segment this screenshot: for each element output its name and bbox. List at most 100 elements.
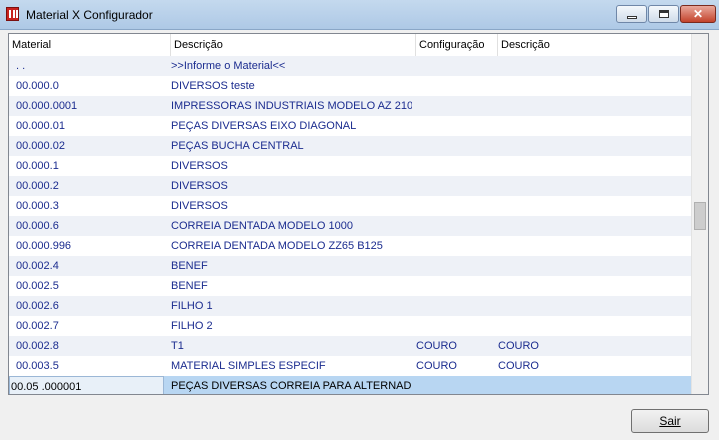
cell-descricao2 bbox=[491, 196, 691, 216]
cell-material: 00.002.8 bbox=[16, 340, 59, 352]
cell-descricao: IMPRESSORAS INDUSTRIAIS MODELO AZ 2100 P… bbox=[171, 100, 412, 112]
cell-material: 00.000.2 bbox=[16, 180, 59, 192]
table-row[interactable]: . . >>Informe o Material<< bbox=[9, 56, 691, 76]
cell-descricao2 bbox=[491, 376, 691, 394]
cell-material: 00.000.0 bbox=[16, 80, 59, 92]
table-row[interactable]: 00.000.02 PEÇAS BUCHA CENTRAL bbox=[9, 136, 691, 156]
grid-header: Material Descrição Configuração Descriçã… bbox=[9, 34, 691, 57]
window-title: Material X Configurador bbox=[26, 8, 153, 22]
cell-configuracao bbox=[409, 276, 491, 296]
column-header-configuracao[interactable]: Configuração bbox=[416, 34, 498, 56]
cell-configuracao bbox=[409, 216, 491, 236]
cell-descricao2 bbox=[491, 136, 691, 156]
table-row[interactable]: 00.05 .000001 PEÇAS DIVERSAS CORREIA PARA… bbox=[9, 376, 691, 394]
table-row[interactable]: 00.000.0 DIVERSOS teste bbox=[9, 76, 691, 96]
cell-configuracao bbox=[409, 116, 491, 136]
cell-configuracao bbox=[409, 76, 491, 96]
table-row[interactable]: 00.002.4 BENEF bbox=[9, 256, 691, 276]
sair-button[interactable]: Sair bbox=[631, 409, 709, 433]
cell-descricao: CORREIA DENTADA MODELO ZZ65 B125 bbox=[171, 240, 383, 252]
table-row[interactable]: 00.002.6 FILHO 1 bbox=[9, 296, 691, 316]
cell-configuracao bbox=[409, 196, 491, 216]
cell-configuracao bbox=[409, 296, 491, 316]
cell-configuracao: COURO bbox=[416, 340, 457, 352]
cell-material: 00.003.5 bbox=[16, 360, 59, 372]
cell-descricao: T1 bbox=[171, 340, 184, 352]
cell-descricao2 bbox=[491, 216, 691, 236]
cell-material: 00.000.996 bbox=[16, 240, 72, 252]
cell-material: 00.000.01 bbox=[16, 120, 65, 132]
cell-descricao: DIVERSOS bbox=[171, 180, 228, 192]
cell-material: 00.000.1 bbox=[16, 160, 59, 172]
cell-configuracao bbox=[409, 56, 491, 76]
table-row[interactable]: 00.000.6 CORREIA DENTADA MODELO 1000 bbox=[9, 216, 691, 236]
cell-descricao: MATERIAL SIMPLES ESPECIF bbox=[171, 360, 326, 372]
cell-descricao2: COURO bbox=[498, 340, 539, 352]
title-bar: Material X Configurador ✕ bbox=[0, 0, 719, 30]
column-header-material[interactable]: Material bbox=[9, 34, 171, 56]
cell-descricao2 bbox=[491, 156, 691, 176]
cell-configuracao bbox=[409, 96, 491, 116]
minimize-icon bbox=[627, 16, 637, 19]
maximize-icon bbox=[659, 10, 669, 18]
cell-configuracao bbox=[409, 176, 491, 196]
table-row[interactable]: 00.000.3 DIVERSOS bbox=[9, 196, 691, 216]
cell-material: 00.000.02 bbox=[16, 140, 65, 152]
minimize-button[interactable] bbox=[616, 5, 647, 23]
cell-descricao2 bbox=[491, 256, 691, 276]
cell-material: 00.002.6 bbox=[16, 300, 59, 312]
cell-descricao2 bbox=[491, 236, 691, 256]
cell-descricao: FILHO 1 bbox=[171, 300, 213, 312]
cell-material: 00.002.4 bbox=[16, 260, 59, 272]
cell-descricao2 bbox=[491, 76, 691, 96]
cell-descricao2: COURO bbox=[498, 360, 539, 372]
cell-descricao: PEÇAS DIVERSAS CORREIA PARA ALTERNADOR bbox=[171, 380, 412, 392]
table-row[interactable]: 00.002.5 BENEF bbox=[9, 276, 691, 296]
table-row[interactable]: 00.000.1 DIVERSOS bbox=[9, 156, 691, 176]
cell-configuracao bbox=[409, 316, 491, 336]
table-row[interactable]: 00.002.7 FILHO 2 bbox=[9, 316, 691, 336]
cell-descricao: PEÇAS DIVERSAS EIXO DIAGONAL bbox=[171, 120, 357, 132]
cell-descricao2 bbox=[491, 176, 691, 196]
material-grid[interactable]: Material Descrição Configuração Descriçã… bbox=[8, 33, 709, 395]
cell-material: 00.002.7 bbox=[16, 320, 59, 332]
cell-descricao2 bbox=[491, 116, 691, 136]
cell-descricao: BENEF bbox=[171, 260, 208, 272]
maximize-button[interactable] bbox=[648, 5, 679, 23]
app-icon bbox=[6, 7, 19, 21]
cell-descricao2 bbox=[491, 96, 691, 116]
cell-configuracao bbox=[409, 236, 491, 256]
cell-material: 00.002.5 bbox=[16, 280, 59, 292]
column-header-descricao[interactable]: Descrição bbox=[171, 34, 416, 56]
table-row[interactable]: 00.000.01 PEÇAS DIVERSAS EIXO DIAGONAL bbox=[9, 116, 691, 136]
cell-descricao2 bbox=[491, 56, 691, 76]
table-row[interactable]: 00.002.8 T1 COURO COURO bbox=[9, 336, 691, 356]
cell-descricao: DIVERSOS bbox=[171, 160, 228, 172]
cell-material: 00.05 .000001 bbox=[9, 376, 164, 394]
cell-configuracao bbox=[409, 136, 491, 156]
vertical-scrollbar[interactable] bbox=[691, 34, 708, 394]
column-header-descricao-config[interactable]: Descrição bbox=[498, 34, 691, 56]
cell-descricao: BENEF bbox=[171, 280, 208, 292]
cell-descricao: DIVERSOS bbox=[171, 200, 228, 212]
cell-material: 00.000.6 bbox=[16, 220, 59, 232]
close-button[interactable]: ✕ bbox=[680, 5, 716, 23]
cell-descricao: FILHO 2 bbox=[171, 320, 213, 332]
cell-descricao: >>Informe o Material<< bbox=[171, 60, 286, 72]
cell-configuracao bbox=[409, 376, 491, 394]
table-row[interactable]: 00.003.5 MATERIAL SIMPLES ESPECIF COURO COU… bbox=[9, 356, 691, 376]
scrollbar-thumb[interactable] bbox=[694, 202, 706, 230]
close-icon: ✕ bbox=[692, 7, 704, 21]
cell-descricao2 bbox=[491, 276, 691, 296]
cell-descricao: CORREIA DENTADA MODELO 1000 bbox=[171, 220, 353, 232]
table-row[interactable]: 00.000.2 DIVERSOS bbox=[9, 176, 691, 196]
grid-rows: . . >>Informe o Material<< 00.000.0 DIVERSO… bbox=[9, 56, 691, 394]
cell-configuracao: COURO bbox=[416, 360, 457, 372]
table-row[interactable]: 00.000.996 CORREIA DENTADA MODELO ZZ65 B1… bbox=[9, 236, 691, 256]
table-row[interactable]: 00.000.0001 IMPRESSORAS INDUSTRIAIS MODEL… bbox=[9, 96, 691, 116]
cell-descricao2 bbox=[491, 296, 691, 316]
cell-descricao: PEÇAS BUCHA CENTRAL bbox=[171, 140, 304, 152]
cell-configuracao bbox=[409, 156, 491, 176]
cell-descricao: DIVERSOS teste bbox=[171, 80, 255, 92]
cell-configuracao bbox=[409, 256, 491, 276]
